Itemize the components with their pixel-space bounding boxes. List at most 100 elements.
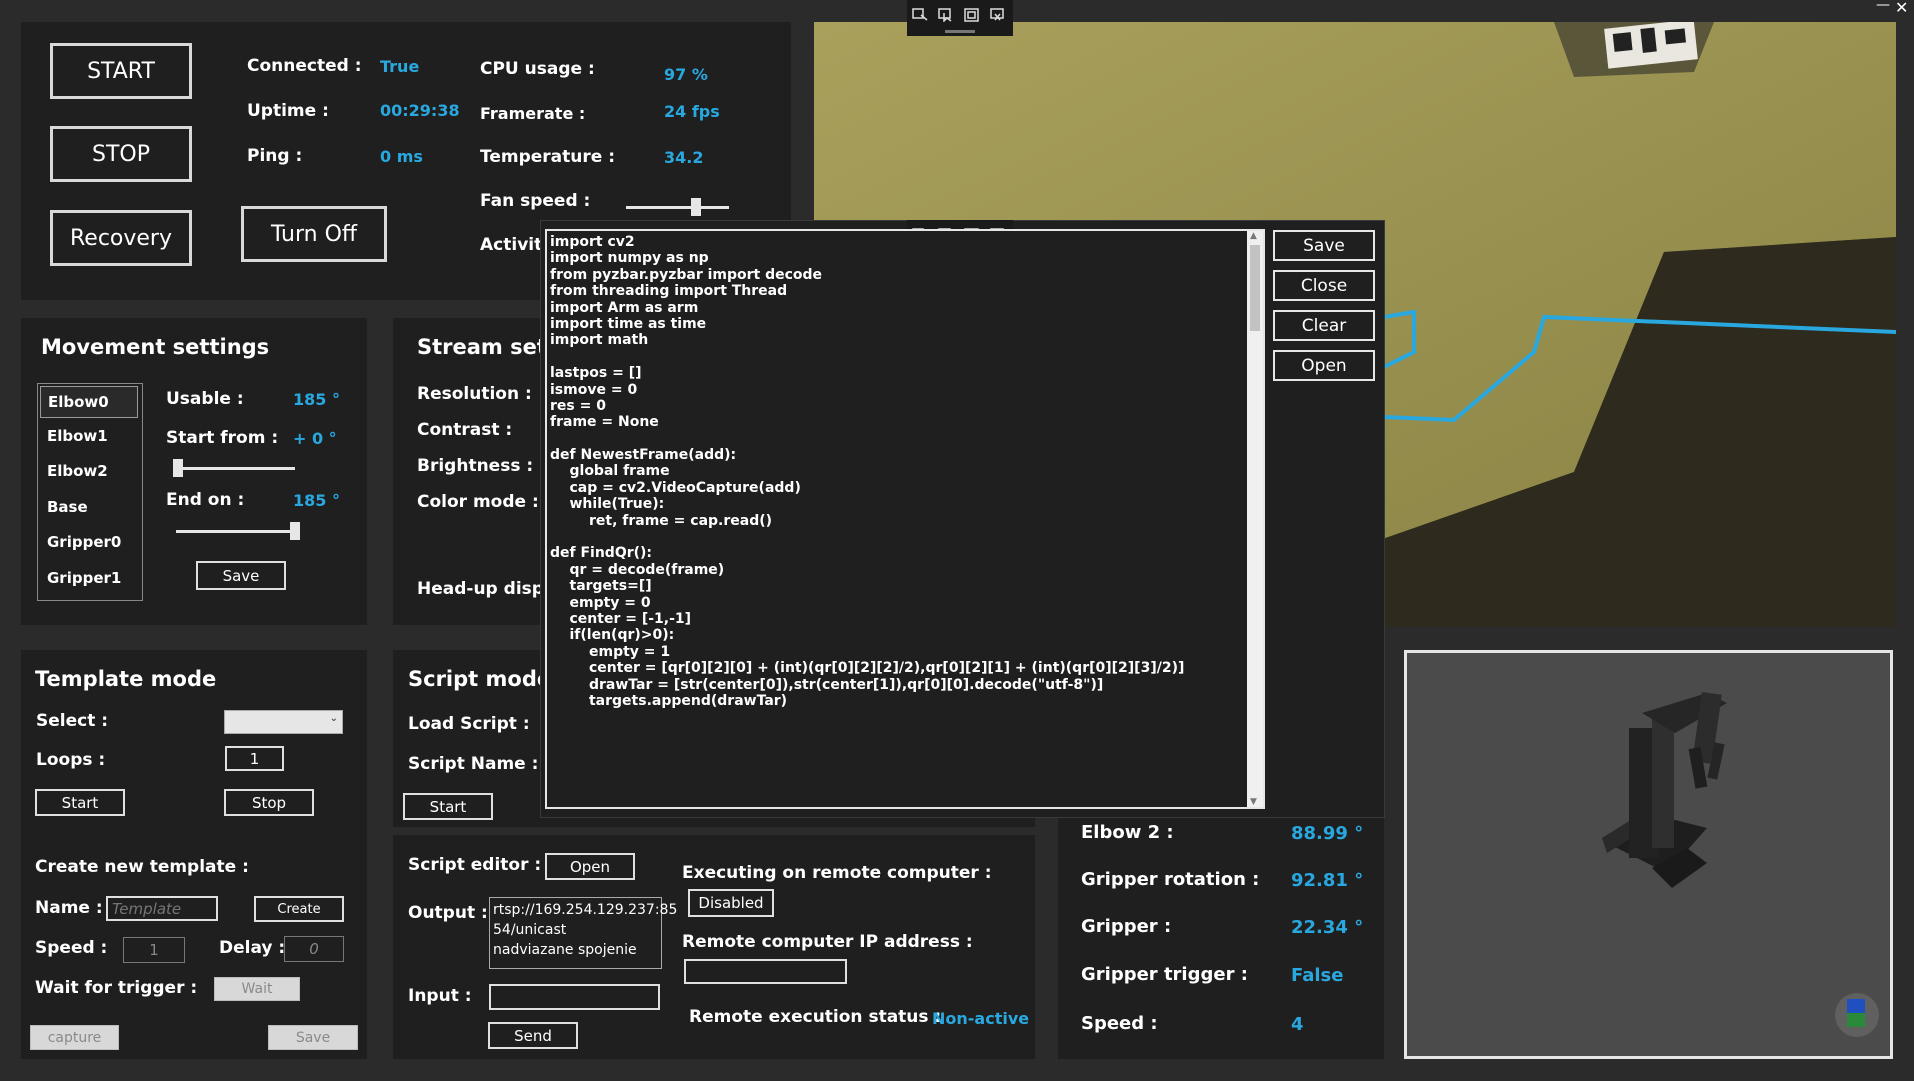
- template-save-button[interactable]: Save: [268, 1025, 358, 1050]
- recovery-button[interactable]: Recovery: [50, 210, 192, 266]
- joint-list[interactable]: Elbow0 Elbow1 Elbow2 Base Gripper0 Gripper1: [37, 383, 143, 601]
- robot-3d-viewport[interactable]: [1404, 650, 1893, 1059]
- turn-off-button[interactable]: Turn Off: [241, 206, 387, 262]
- create-template-button[interactable]: Create: [254, 896, 344, 922]
- remote-status-value: Non-active: [932, 1009, 1030, 1028]
- cursor-icon[interactable]: [938, 8, 954, 22]
- usable-value: 185 °: [293, 390, 340, 409]
- speed-input[interactable]: [123, 937, 185, 963]
- movement-save-button[interactable]: Save: [196, 561, 286, 590]
- delay-input[interactable]: [284, 936, 344, 962]
- stream-title: Stream sett: [417, 335, 557, 359]
- fan-speed-slider[interactable]: [626, 206, 729, 209]
- select-label: Select :: [36, 711, 109, 731]
- joint-list-item[interactable]: Base: [40, 493, 118, 521]
- output-box[interactable]: rtsp://169.254.129.237:85 54/unicast nad…: [489, 897, 678, 969]
- end-on-slider[interactable]: [176, 530, 300, 533]
- code-text: import cv2 import numpy as np from pyzbar.…: [550, 234, 1184, 709]
- script-editor-open-button[interactable]: Open: [545, 853, 635, 880]
- script-start-button[interactable]: Start: [403, 793, 493, 820]
- resolution-label: Resolution :: [417, 384, 532, 404]
- template-start-button[interactable]: Start: [35, 789, 125, 816]
- joint-list-item[interactable]: Elbow1: [40, 422, 118, 450]
- start-from-slider[interactable]: [173, 467, 295, 470]
- template-select[interactable]: ⌄: [224, 710, 343, 734]
- loops-input[interactable]: [225, 746, 284, 771]
- scroll-up-icon[interactable]: ▲: [1250, 231, 1257, 241]
- framerate-value: 24 fps: [664, 102, 720, 121]
- remote-exec-toggle[interactable]: Disabled: [688, 889, 774, 917]
- elbow2-label: Elbow 2 :: [1081, 822, 1174, 843]
- code-editor[interactable]: import cv2 import numpy as np from pyzbar.…: [545, 229, 1265, 809]
- capture-button[interactable]: capture: [30, 1025, 119, 1050]
- editor-close-button[interactable]: Close: [1273, 270, 1375, 301]
- robot-arm-model: [1602, 691, 1727, 888]
- load-script-label: Load Script :: [408, 714, 530, 734]
- joint-list-item[interactable]: Elbow2: [40, 457, 118, 485]
- cpu-value: 97 %: [664, 65, 708, 84]
- template-name-input[interactable]: [106, 896, 218, 921]
- joint-list-item[interactable]: Elbow0: [40, 386, 138, 418]
- code-line: import Arm as arm: [550, 299, 699, 316]
- input-label: Input :: [408, 986, 472, 1006]
- joint-list-item[interactable]: Gripper0: [40, 528, 121, 556]
- gripper-trigger-label: Gripper trigger :: [1081, 964, 1248, 985]
- start-from-label: Start from :: [166, 428, 279, 448]
- start-button[interactable]: START: [50, 43, 192, 99]
- toolbar-grip[interactable]: [945, 30, 975, 33]
- code-line: from threading import Thread: [550, 283, 788, 300]
- connected-value: True: [380, 57, 420, 76]
- start-from-value: + 0 °: [293, 429, 337, 448]
- temperature-value: 34.2: [664, 148, 704, 167]
- code-line: targets=[]: [550, 578, 652, 595]
- readout-speed-label: Speed :: [1081, 1013, 1158, 1034]
- scrollbar-thumb[interactable]: [1250, 245, 1260, 331]
- code-line: empty = 0: [550, 594, 651, 611]
- fan-speed-label: Fan speed :: [480, 191, 591, 211]
- end-on-slider-thumb[interactable]: [290, 522, 300, 540]
- joint-list-item[interactable]: Gripper1: [40, 564, 121, 592]
- scroll-down-icon[interactable]: ▼: [1250, 797, 1257, 807]
- code-line: cap = cv2.VideoCapture(add): [550, 479, 801, 496]
- output-label: Output :: [408, 903, 488, 923]
- ping-value: 0 ms: [380, 147, 423, 166]
- stop-button[interactable]: STOP: [50, 126, 192, 182]
- select-element-icon[interactable]: [912, 8, 928, 22]
- layout-adorner-icon[interactable]: [964, 8, 980, 22]
- editor-clear-button[interactable]: Clear: [1273, 310, 1375, 341]
- editor-save-button[interactable]: Save: [1273, 230, 1375, 261]
- connected-label: Connected :: [247, 56, 362, 76]
- close-button[interactable]: ✕: [1895, 0, 1913, 18]
- elbow2-value: 88.99 °: [1291, 823, 1364, 844]
- end-on-label: End on :: [166, 490, 245, 510]
- code-line: import cv2: [550, 234, 635, 250]
- code-line: global frame: [550, 463, 670, 480]
- uptime-label: Uptime :: [247, 101, 329, 121]
- remote-ip-label: Remote computer IP address :: [682, 932, 973, 952]
- send-button[interactable]: Send: [488, 1022, 578, 1049]
- track-focus-icon[interactable]: [990, 8, 1006, 22]
- code-line: if(len(qr)>0):: [550, 627, 675, 644]
- end-on-value: 185 °: [293, 491, 340, 510]
- template-stop-button[interactable]: Stop: [224, 789, 314, 816]
- gripper-rotation-value: 92.81 °: [1291, 870, 1364, 891]
- wait-button[interactable]: Wait: [214, 977, 300, 1001]
- loops-label: Loops :: [36, 750, 106, 770]
- code-scrollbar[interactable]: ▲ ▼: [1247, 231, 1263, 807]
- remote-ip-input[interactable]: [684, 959, 847, 984]
- movement-title: Movement settings: [41, 335, 270, 359]
- view-cube-icon[interactable]: [1835, 993, 1879, 1037]
- editor-open-button[interactable]: Open: [1273, 350, 1375, 381]
- minimize-button[interactable]: —: [1876, 0, 1892, 14]
- fan-speed-slider-thumb[interactable]: [691, 198, 702, 216]
- gripper-label: Gripper :: [1081, 916, 1172, 937]
- activity-label: Activit: [480, 235, 543, 255]
- output-line: rtsp://169.254.129.237:85: [493, 902, 678, 918]
- start-from-slider-thumb[interactable]: [173, 459, 183, 477]
- code-line: import time as time: [550, 315, 707, 332]
- output-line: 54/unicast: [493, 922, 567, 938]
- framerate-label: Framerate :: [480, 104, 586, 123]
- cpu-label: CPU usage :: [480, 59, 595, 79]
- script-input-field[interactable]: [489, 984, 660, 1010]
